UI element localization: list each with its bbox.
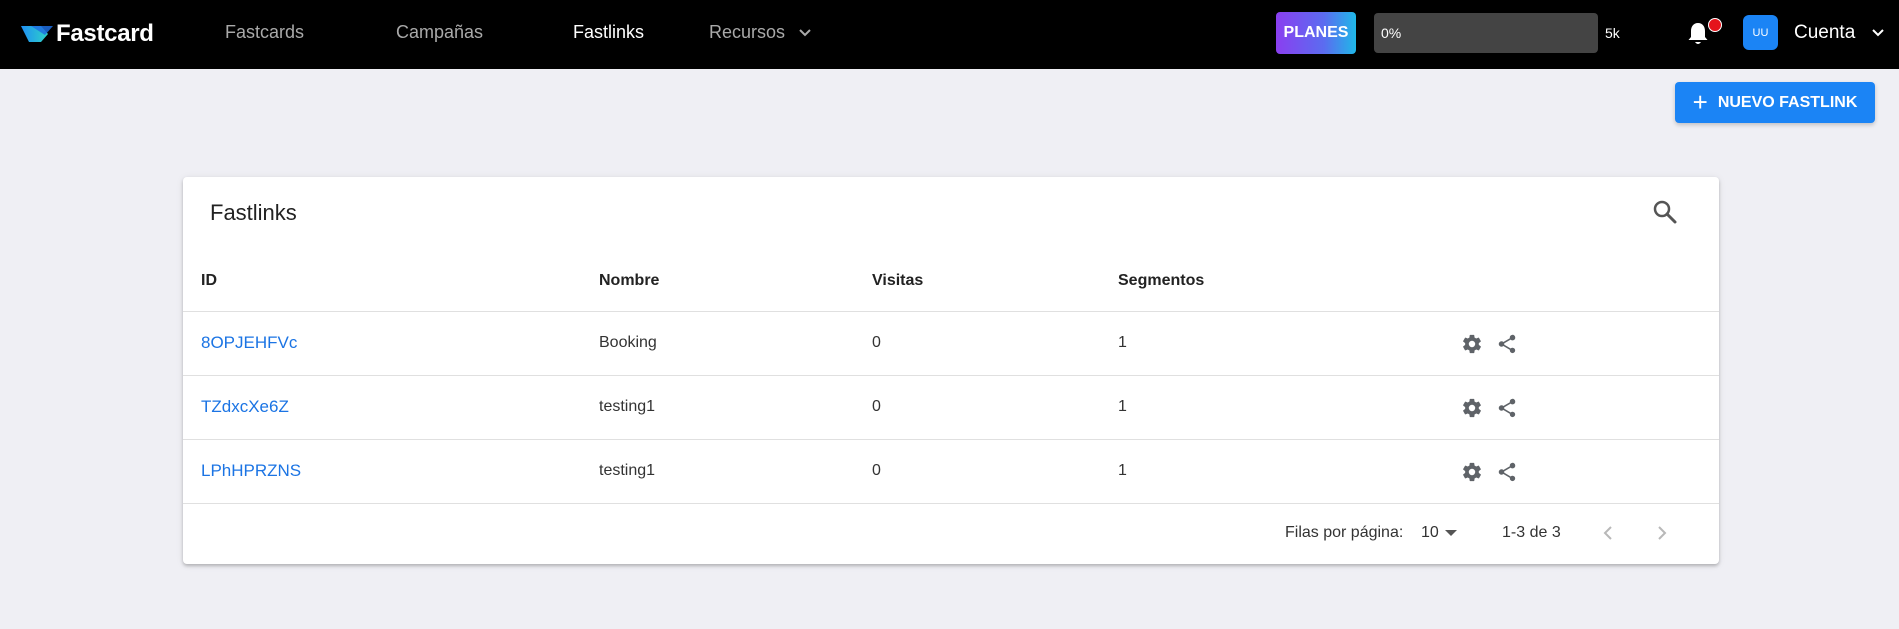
nav-item-fastcards[interactable]: Fastcards: [225, 22, 304, 43]
table-title: Fastlinks: [210, 200, 297, 225]
fastlink-id-link[interactable]: LPhHPRZNS: [201, 461, 301, 481]
fastlink-visits: 0: [872, 462, 881, 479]
chevron-left-icon[interactable]: [1596, 521, 1620, 545]
rows-per-page-label: Filas por página:: [1285, 524, 1404, 541]
usage-percent-label: 0%: [1381, 25, 1402, 41]
nav-item-recursos[interactable]: Recursos: [709, 22, 812, 43]
table-row: LPhHPRZNS testing1 0 1: [183, 439, 1719, 503]
brand-name: Fastcard: [56, 20, 154, 47]
gear-icon[interactable]: [1461, 461, 1483, 483]
usage-limit-label: 5k: [1605, 25, 1620, 41]
plans-button[interactable]: PLANES: [1276, 12, 1356, 54]
fastlink-visits: 0: [872, 334, 881, 351]
fastlink-segments: 1: [1118, 334, 1127, 351]
chevron-down-icon: [799, 29, 811, 37]
column-header-nombre[interactable]: Nombre: [599, 272, 659, 290]
column-header-visitas[interactable]: Visitas: [872, 272, 923, 290]
table-row: 8OPJEHFVc Booking 0 1: [183, 311, 1719, 375]
new-fastlink-label: NUEVO FASTLINK: [1717, 93, 1858, 111]
pagination-range: 1-3 de 3: [1502, 524, 1561, 541]
brand-logo[interactable]: Fastcard: [20, 20, 154, 48]
fastlinks-table-card: Fastlinks ID Nombre Visitas Segmentos 8O…: [183, 177, 1719, 564]
search-icon[interactable]: [1651, 198, 1679, 226]
gear-icon[interactable]: [1461, 333, 1483, 355]
fastlink-name: testing1: [599, 462, 656, 479]
chevron-down-icon: [1871, 29, 1884, 37]
bell-icon[interactable]: [1686, 21, 1710, 47]
fastlink-segments: 1: [1118, 398, 1127, 415]
plus-icon: +: [1692, 86, 1708, 117]
top-navigation-bar: Fastcard Fastcards Campañas Fastlinks Re…: [0, 0, 1899, 69]
share-icon[interactable]: [1496, 333, 1518, 355]
gear-icon[interactable]: [1461, 397, 1483, 419]
nav-item-campanas[interactable]: Campañas: [396, 22, 483, 43]
rows-per-page-select[interactable]: 10: [1421, 524, 1457, 542]
fastlink-visits: 0: [872, 398, 881, 415]
fastlink-id-link[interactable]: TZdxcXe6Z: [201, 397, 289, 417]
fastlink-id-link[interactable]: 8OPJEHFVc: [201, 333, 297, 353]
column-header-segmentos[interactable]: Segmentos: [1118, 272, 1204, 290]
usage-progress-bar: 0%: [1374, 13, 1598, 53]
share-icon[interactable]: [1496, 461, 1518, 483]
fastcard-logo-icon: [21, 26, 53, 42]
user-avatar[interactable]: UU: [1743, 15, 1778, 50]
table-row: TZdxcXe6Z testing1 0 1: [183, 375, 1719, 439]
account-label: Cuenta: [1794, 22, 1856, 43]
share-icon[interactable]: [1496, 397, 1518, 419]
new-fastlink-button[interactable]: + NUEVO FASTLINK: [1675, 82, 1875, 123]
notification-badge: [1708, 18, 1722, 32]
fastlink-name: Booking: [599, 334, 657, 351]
column-header-id[interactable]: ID: [201, 272, 217, 290]
nav-item-recursos-label: Recursos: [709, 22, 786, 42]
fastlink-name: testing1: [599, 398, 656, 415]
fastlink-segments: 1: [1118, 462, 1127, 479]
rows-per-page-value: 10: [1421, 524, 1439, 541]
nav-item-fastlinks[interactable]: Fastlinks: [573, 22, 644, 43]
table-footer-divider: [183, 503, 1719, 504]
chevron-right-icon[interactable]: [1650, 521, 1674, 545]
account-menu[interactable]: Cuenta: [1794, 22, 1885, 44]
caret-down-icon: [1444, 529, 1457, 536]
